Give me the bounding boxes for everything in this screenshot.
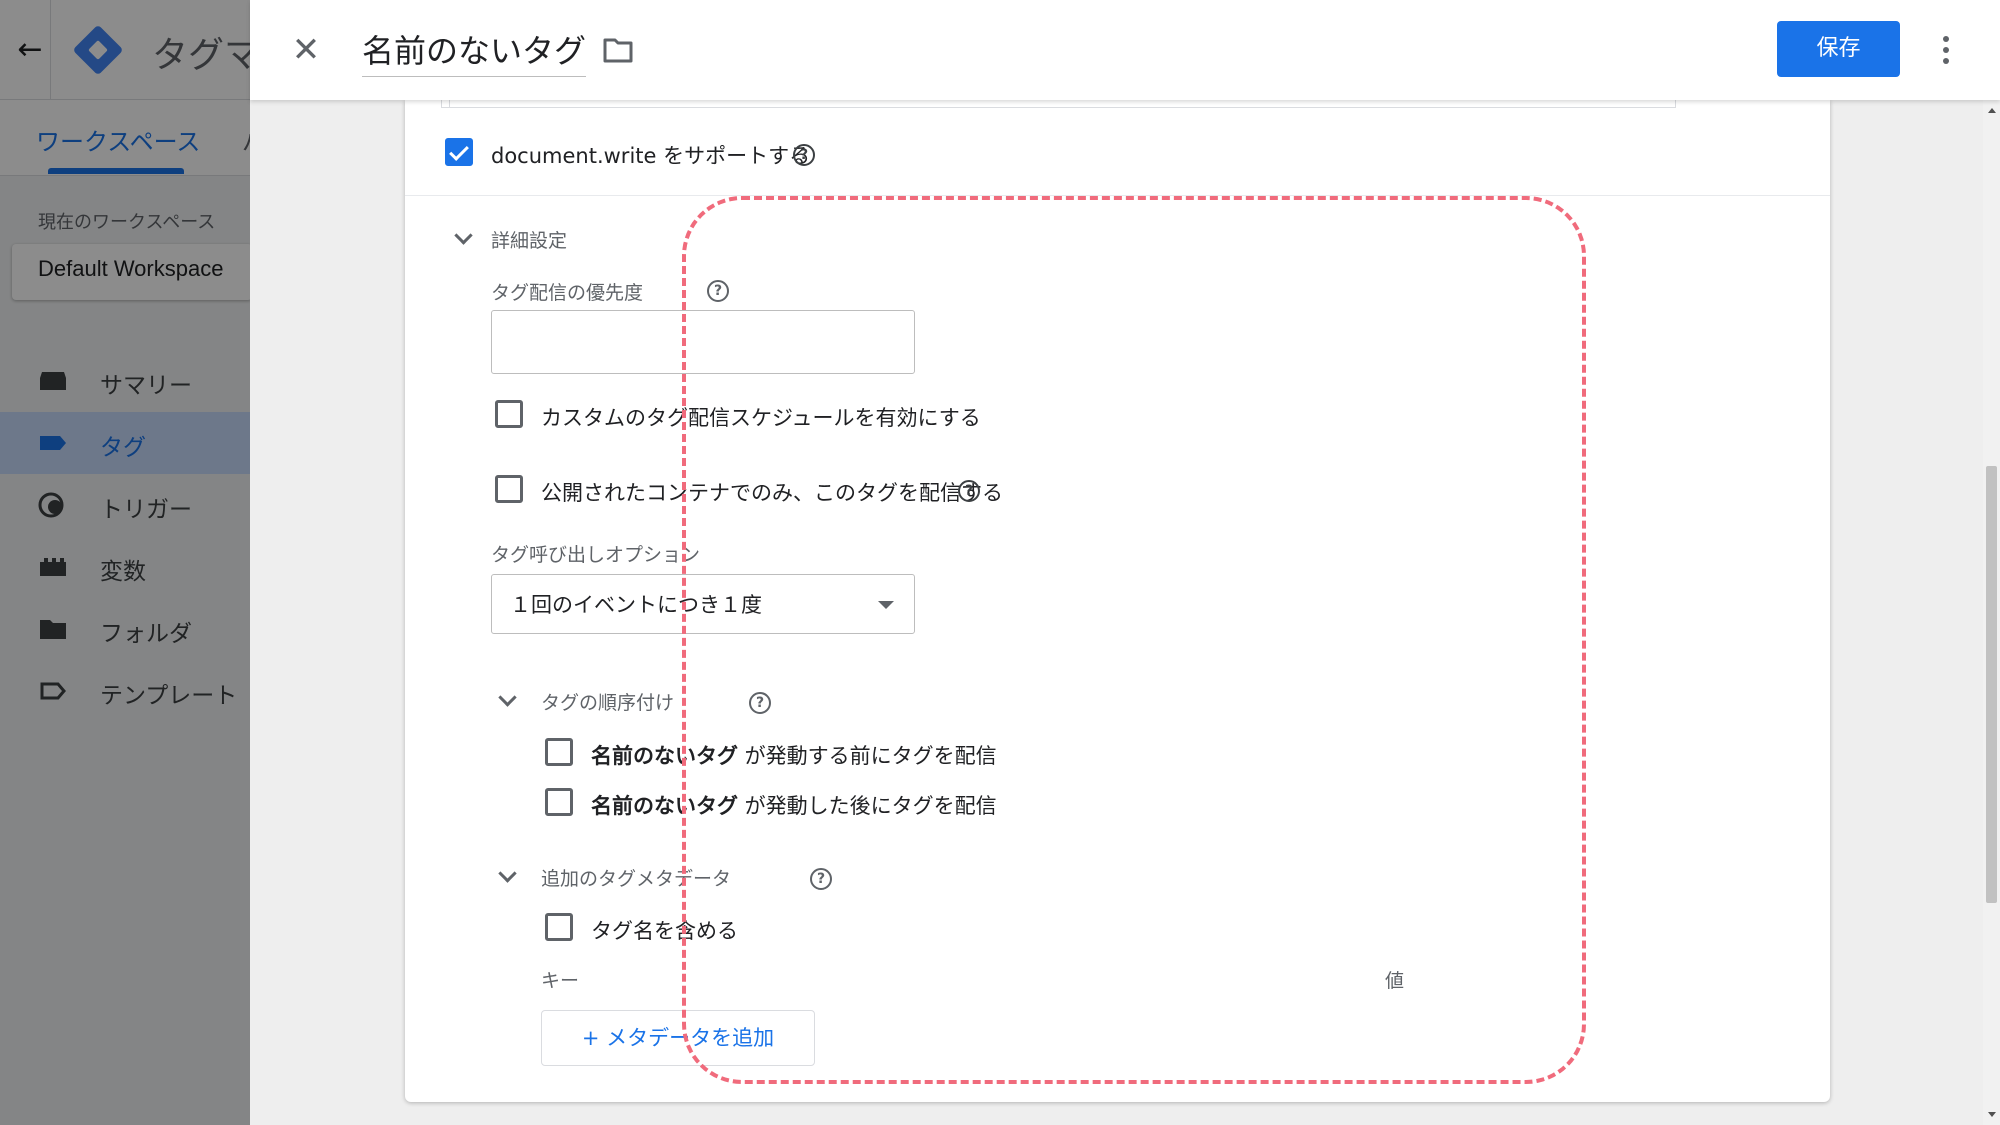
scroll-up-arrow-icon[interactable] — [1988, 108, 1996, 113]
tag-sequencing-title[interactable]: タグの順序付け — [541, 688, 674, 715]
help-icon[interactable]: ? — [793, 144, 815, 166]
tag-name-input[interactable]: 名前のないタグ — [362, 26, 587, 77]
setup-tag-suffix: が発動する前にタグを配信 — [738, 744, 997, 768]
document-write-checkbox[interactable] — [445, 138, 473, 166]
advanced-settings-title[interactable]: 詳細設定 — [491, 226, 567, 253]
setup-tag-label: 名前のないタグ が発動する前にタグを配信 — [591, 740, 997, 770]
priority-input[interactable] — [491, 310, 915, 374]
firing-options-value: １回のイベントにつき１度 — [510, 593, 762, 617]
custom-schedule-label: カスタムのタグ配信スケジュールを有効にする — [541, 406, 981, 430]
previous-field-edge — [441, 100, 1676, 108]
section-divider — [405, 195, 1830, 196]
chevron-down-icon[interactable] — [497, 690, 517, 710]
save-button[interactable]: 保存 — [1777, 21, 1900, 77]
help-icon[interactable]: ? — [707, 280, 729, 302]
help-icon[interactable]: ? — [749, 692, 771, 714]
document-write-label: document.write をサポートする — [491, 144, 811, 168]
chevron-down-icon[interactable] — [453, 228, 473, 248]
setup-tag-checkbox[interactable] — [545, 738, 573, 766]
priority-label: タグ配信の優先度 — [491, 282, 644, 304]
editor-header: ✕ 名前のないタグ 保存 — [250, 0, 2000, 100]
metadata-value-header: 値 — [1385, 970, 1405, 992]
tag-editor-panel: ✕ 名前のないタグ 保存 document.write をサポートする ? 詳細… — [250, 0, 2000, 1125]
metadata-key-header: キー — [541, 970, 580, 992]
cleanup-tag-name: 名前のないタグ — [591, 794, 738, 818]
chevron-down-icon[interactable] — [497, 866, 517, 886]
cleanup-tag-suffix: が発動した後にタグを配信 — [738, 794, 997, 818]
dropdown-arrow-icon — [878, 601, 894, 609]
scrollbar-thumb[interactable] — [1986, 466, 1997, 903]
firing-options-label: タグ呼び出しオプション — [491, 544, 701, 566]
cleanup-tag-label: 名前のないタグ が発動した後にタグを配信 — [591, 790, 997, 820]
previous-field-divider — [449, 100, 450, 108]
folder-icon[interactable] — [602, 36, 634, 64]
include-tag-name-checkbox[interactable] — [545, 913, 573, 941]
published-only-checkbox[interactable] — [495, 475, 523, 503]
help-icon[interactable]: ? — [810, 868, 832, 890]
tag-configuration-card: document.write をサポートする ? 詳細設定 タグ配信の優先度 ?… — [405, 100, 1830, 1102]
vertical-scrollbar[interactable] — [1983, 100, 2000, 1125]
tag-metadata-title[interactable]: 追加のタグメタデータ — [541, 864, 731, 891]
more-vert-icon[interactable] — [1934, 30, 1958, 70]
scroll-down-arrow-icon[interactable] — [1988, 1112, 1996, 1117]
custom-schedule-checkbox[interactable] — [495, 400, 523, 428]
include-tag-name-label: タグ名を含める — [591, 919, 738, 943]
help-icon[interactable]: ? — [958, 480, 980, 502]
cleanup-tag-checkbox[interactable] — [545, 788, 573, 816]
close-icon[interactable]: ✕ — [286, 30, 326, 70]
add-metadata-button[interactable]: + メタデータを追加 — [541, 1010, 815, 1066]
firing-options-select[interactable]: １回のイベントにつき１度 — [491, 574, 915, 634]
published-only-label: 公開されたコンテナでのみ、このタグを配信する — [541, 481, 1003, 505]
setup-tag-name: 名前のないタグ — [591, 744, 738, 768]
